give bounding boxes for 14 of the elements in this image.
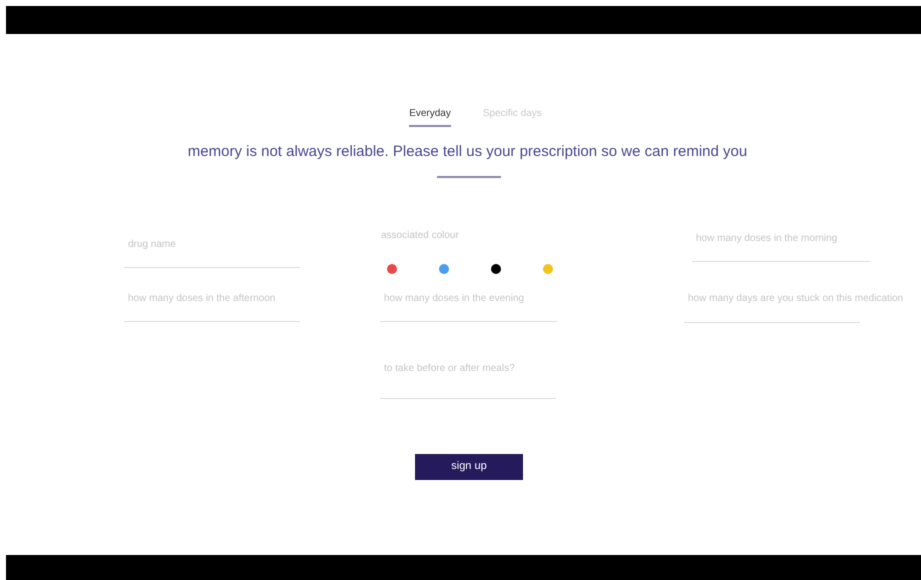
heading: memory is not always reliable. Please tell us your prescription so we can remind you bbox=[186, 142, 748, 162]
input-field[interactable]: to take before or after meals? bbox=[380, 356, 556, 398]
input-field[interactable]: how many doses in the evening bbox=[380, 288, 557, 322]
colour-label: associated colour bbox=[381, 228, 460, 242]
input-field[interactable]: how many days are you stuck on this medication bbox=[684, 288, 914, 322]
tab[interactable]: Everyday bbox=[409, 106, 451, 127]
colour-swatch[interactable] bbox=[491, 264, 501, 274]
input-field[interactable]: how many doses in the morning bbox=[692, 228, 870, 262]
sign-up-button[interactable]: sign up bbox=[415, 454, 523, 480]
colour-swatch[interactable] bbox=[543, 264, 553, 274]
colour-swatch[interactable] bbox=[439, 264, 449, 274]
input-field[interactable]: how many doses in the afternoon bbox=[124, 288, 300, 322]
input-field[interactable]: drug name bbox=[124, 234, 300, 268]
colour-swatch[interactable] bbox=[387, 264, 397, 274]
